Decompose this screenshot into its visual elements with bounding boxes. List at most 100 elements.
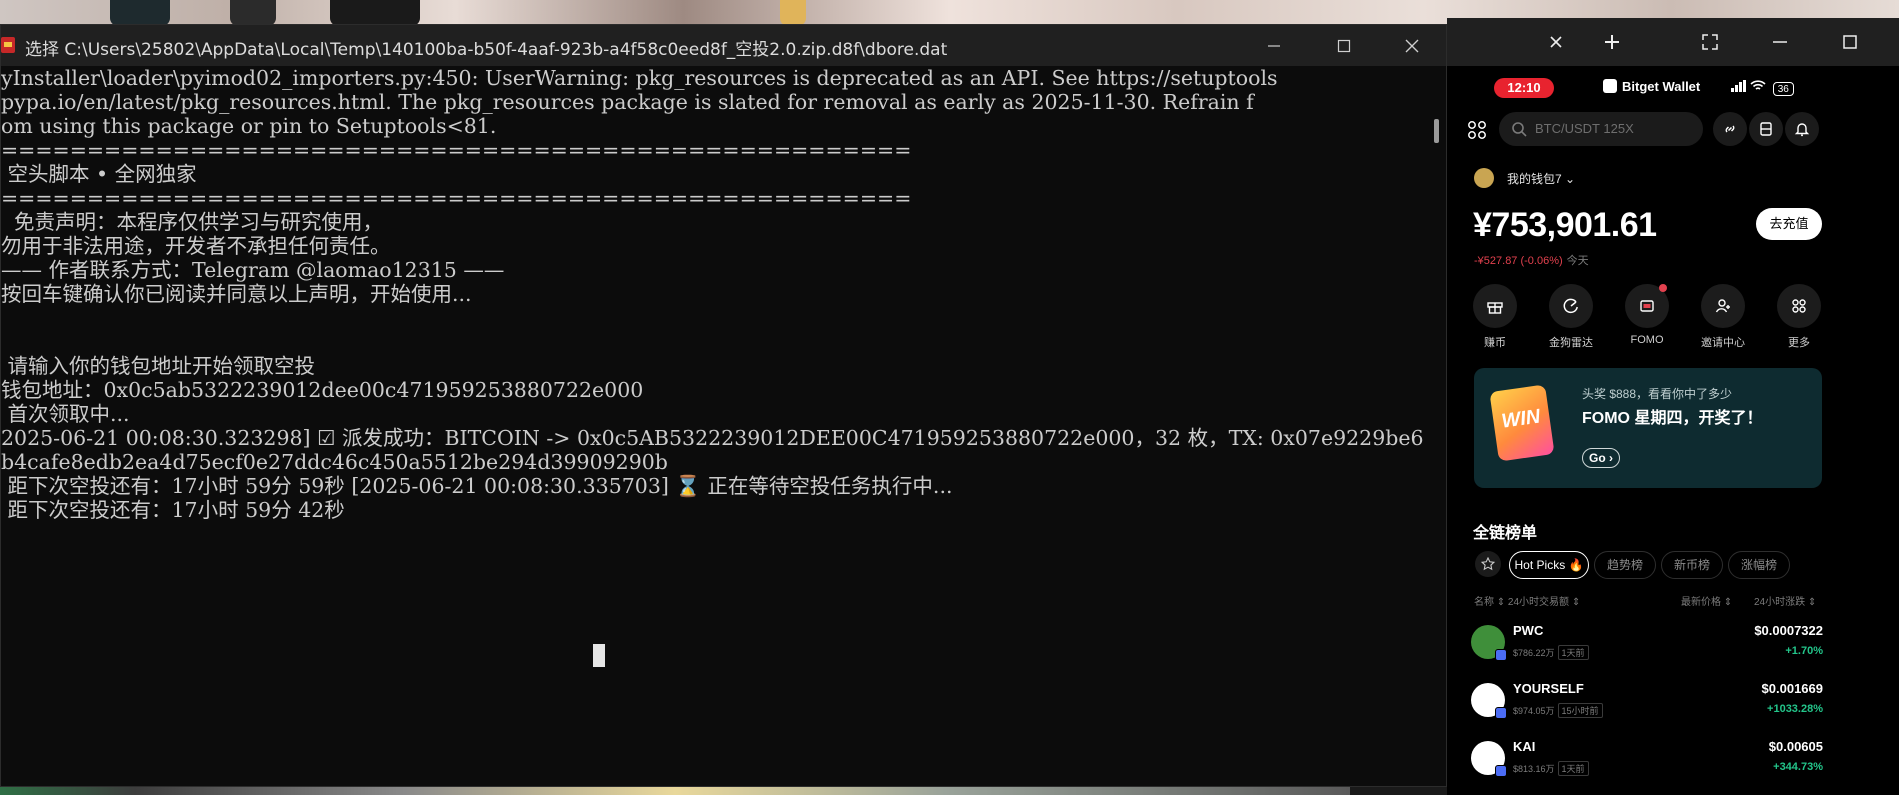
minimize-icon [1268, 44, 1280, 47]
token-volume: $974.05万 15小时前 [1513, 703, 1603, 718]
token-change: +1033.28% [1767, 703, 1823, 715]
plus-icon [1605, 35, 1619, 49]
quick-action-label: 邀请中心 [1701, 337, 1745, 349]
quick-action-earn[interactable]: 赚币 [1465, 284, 1525, 354]
console-line: 勿用于非法用途，开发者不承担任何责任。 [1, 234, 391, 258]
promo-art-text: WIN [1500, 405, 1542, 433]
favorites-tab[interactable] [1475, 551, 1501, 577]
wallet-selector[interactable]: 我的钱包7 ⌄ [1507, 170, 1575, 187]
bitget-logo-icon [1603, 79, 1617, 93]
quick-action-radar[interactable]: 金狗雷达 [1541, 284, 1601, 354]
token-name: YOURSELF [1513, 681, 1584, 696]
chain-badge-icon [1495, 649, 1507, 661]
token-row-yourself[interactable]: YOURSELF $974.05万 15小时前 $0.001669 +1033.2… [1471, 677, 1823, 731]
desktop-icon [780, 0, 806, 26]
radar-icon [1563, 298, 1578, 314]
close-mirror-button[interactable] [1532, 18, 1580, 66]
promo-title: FOMO 星期四，开奖了！ [1582, 410, 1763, 427]
grid-icon [1792, 299, 1806, 313]
console-line: 免责声明：本程序仅供学习与研究使用， [1, 210, 384, 234]
maximize-mirror-button[interactable] [1826, 18, 1874, 66]
console-line: b4cafe8edb2ea4d75ecf0e27ddc46c450a5512be… [1, 450, 668, 474]
link-icon [1725, 125, 1735, 133]
window-title: 选择 C:\Users\25802\AppData\Local\Temp\140… [25, 40, 948, 60]
console-line: 钱包地址：0x0c5ab5322239012dee00c471959253880… [1, 378, 644, 402]
close-button[interactable] [1377, 25, 1447, 66]
token-age: 1天前 [1557, 645, 1589, 660]
column-change[interactable]: 24小时涨跌 ⇕ [1754, 593, 1816, 608]
fullscreen-button[interactable] [1686, 18, 1734, 66]
column-name-volume[interactable]: 名称 ⇕ 24小时交易额 ⇕ [1474, 593, 1580, 608]
app-icon [1, 37, 15, 53]
deposit-button[interactable]: 去充值 [1756, 208, 1822, 240]
maximize-button[interactable] [1309, 25, 1379, 66]
search-placeholder: BTC/USDT 125X [1535, 121, 1634, 136]
link-button[interactable] [1713, 112, 1747, 146]
notification-button[interactable] [1785, 112, 1819, 146]
tab-trending[interactable]: 趋势榜 [1594, 551, 1656, 579]
token-row-pwc[interactable]: PWC $786.22万 1天前 $0.0007322 +1.70% [1471, 619, 1823, 673]
console-line: —— 作者联系方式：Telegram @laomao12315 —— [1, 258, 505, 282]
bell-icon [1794, 123, 1810, 137]
token-row-kai[interactable]: KAI $813.16万 1天前 $0.00605 +344.73% [1471, 735, 1823, 789]
token-name: PWC [1513, 623, 1544, 638]
fomo-promo-banner[interactable]: WIN 头奖 $888，看看你中了多少 FOMO 星期四，开奖了！ Go › [1474, 368, 1822, 488]
quick-action-more[interactable]: 更多 [1769, 284, 1829, 354]
scan-icon [1760, 122, 1772, 136]
promo-go-button[interactable]: Go › [1582, 448, 1620, 468]
scan-button[interactable] [1749, 112, 1783, 146]
token-volume-value: $974.05万 [1513, 706, 1555, 716]
minimize-icon [1773, 41, 1787, 43]
token-change: +344.73% [1773, 761, 1823, 773]
chain-badge-icon [1495, 765, 1507, 777]
tab-hot-picks[interactable]: Hot Picks 🔥 [1509, 551, 1589, 579]
column-price[interactable]: 最新价格 ⇕ [1681, 593, 1732, 608]
add-button[interactable] [1588, 18, 1636, 66]
token-volume-value: $813.16万 [1513, 764, 1555, 774]
console-output[interactable]: yInstaller\loader\pyimod02_importers.py:… [1, 66, 1431, 786]
console-line: 首次领取中... [1, 402, 130, 426]
minimize-mirror-button[interactable] [1756, 18, 1804, 66]
console-window[interactable]: 选择 C:\Users\25802\AppData\Local\Temp\140… [0, 24, 1447, 787]
console-line: yInstaller\loader\pyimod02_importers.py:… [1, 66, 1278, 90]
search-input[interactable]: BTC/USDT 125X [1499, 112, 1703, 146]
quick-icon-bg [1549, 284, 1593, 328]
scrollbar-thumb[interactable] [1434, 119, 1439, 143]
notification-dot [1659, 284, 1667, 292]
wallet-avatar[interactable] [1474, 168, 1494, 188]
quick-icon-bg [1777, 284, 1821, 328]
token-name: KAI [1513, 739, 1536, 754]
expand-icon [1702, 34, 1718, 50]
scrollbar[interactable] [1431, 66, 1446, 786]
wallet-name: 我的钱包7 [1507, 172, 1562, 186]
gift-icon [1487, 302, 1503, 314]
token-price: $0.00605 [1768, 739, 1823, 754]
quick-action-fomo[interactable]: FOMO [1617, 284, 1677, 354]
rankings-title: 全链榜单 [1473, 525, 1538, 542]
tab-gainers[interactable]: 涨幅榜 [1728, 551, 1790, 579]
text-cursor [593, 644, 605, 667]
tab-new-coins[interactable]: 新币榜 [1661, 551, 1723, 579]
battery-icon: 36 [1772, 82, 1794, 96]
search-icon [1512, 122, 1527, 137]
maximize-icon [1843, 35, 1857, 49]
balance-change-value: -¥527.87 (-0.06%) [1474, 255, 1563, 267]
quick-icon-bg [1625, 284, 1669, 328]
token-volume-value: $786.22万 [1513, 648, 1555, 658]
desktop-icon [230, 0, 276, 26]
status-icons: 36 [1731, 80, 1794, 96]
quick-icon-bg [1701, 284, 1745, 328]
desktop-icon [330, 0, 420, 26]
console-line: ========================================… [1, 186, 912, 210]
wallet-app: 12:10 Bitget Wallet 36 BTC/USDT 125X 我的钱… [1457, 66, 1839, 795]
apps-grid-icon[interactable] [1467, 120, 1487, 140]
console-line: 距下次空投还有：17小时 59分 42秒 [1, 498, 345, 522]
quick-action-invite[interactable]: 邀请中心 [1693, 284, 1753, 354]
minimize-button[interactable] [1239, 25, 1309, 66]
close-icon [1550, 36, 1562, 48]
quick-action-label: 金狗雷达 [1549, 337, 1593, 349]
console-titlebar[interactable]: 选择 C:\Users\25802\AppData\Local\Temp\140… [1, 25, 1446, 66]
total-balance: ¥753,901.61 [1473, 206, 1657, 244]
console-line: 空头脚本 • 全网独家 [1, 162, 197, 186]
